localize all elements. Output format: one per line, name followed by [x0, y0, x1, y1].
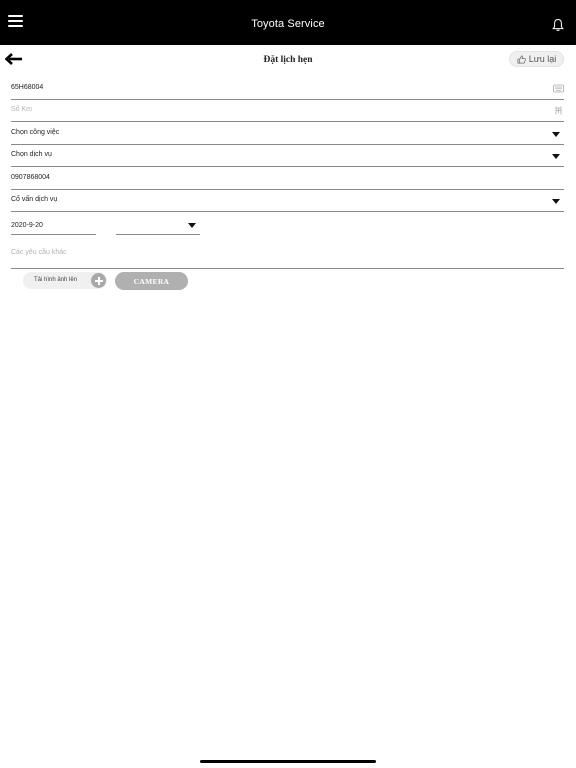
app-title: Toyota Service — [251, 18, 325, 30]
upload-images-label: Tải hình ảnh lên — [34, 277, 78, 283]
keyboard-icon — [553, 84, 564, 93]
chevron-down-icon — [188, 223, 196, 228]
license-plate-field[interactable]: 65H68004 — [11, 78, 564, 100]
chevron-down-icon — [552, 154, 560, 159]
date-value: 2020-9-20 — [11, 222, 43, 229]
camera-button[interactable]: CAMERA — [115, 272, 188, 290]
top-app-bar: Toyota Service — [0, 0, 576, 45]
advisor-dropdown-value: Cố vấn dịch vụ — [11, 196, 58, 203]
service-dropdown-value: Chọn dịch vụ — [11, 151, 52, 158]
service-dropdown[interactable]: Chọn dịch vụ — [11, 145, 564, 167]
page-title: Đặt lịch hẹn — [263, 55, 313, 65]
chevron-down-icon — [552, 199, 560, 204]
license-plate-value: 65H68004 — [11, 84, 44, 91]
gauge-icon — [555, 106, 562, 115]
date-picker[interactable]: 2020-9-20 — [11, 222, 96, 235]
home-indicator — [200, 760, 376, 763]
plus-icon — [91, 273, 106, 288]
time-dropdown[interactable] — [116, 222, 200, 235]
odometer-field[interactable]: Số Km — [11, 100, 564, 122]
other-requests-placeholder: Các yêu cầu khác — [11, 249, 67, 256]
job-dropdown[interactable]: Chọn công việc — [11, 123, 564, 145]
chevron-down-icon — [552, 132, 560, 137]
page-header: Đặt lịch hẹn Lưu lại — [0, 45, 576, 75]
bell-icon[interactable] — [552, 18, 564, 32]
thumbs-up-icon — [517, 55, 526, 63]
save-button[interactable]: Lưu lại — [509, 51, 564, 67]
other-requests-field[interactable]: Các yêu cầu khác — [11, 240, 564, 269]
job-dropdown-value: Chọn công việc — [11, 129, 60, 136]
phone-value: 0907868004 — [11, 174, 50, 181]
phone-field[interactable]: 0907868004 — [11, 168, 564, 190]
save-button-label: Lưu lại — [528, 54, 557, 64]
odometer-placeholder: Số Km — [11, 106, 33, 113]
advisor-dropdown[interactable]: Cố vấn dịch vụ — [11, 190, 564, 212]
upload-images-button[interactable]: Tải hình ảnh lên — [23, 272, 107, 289]
